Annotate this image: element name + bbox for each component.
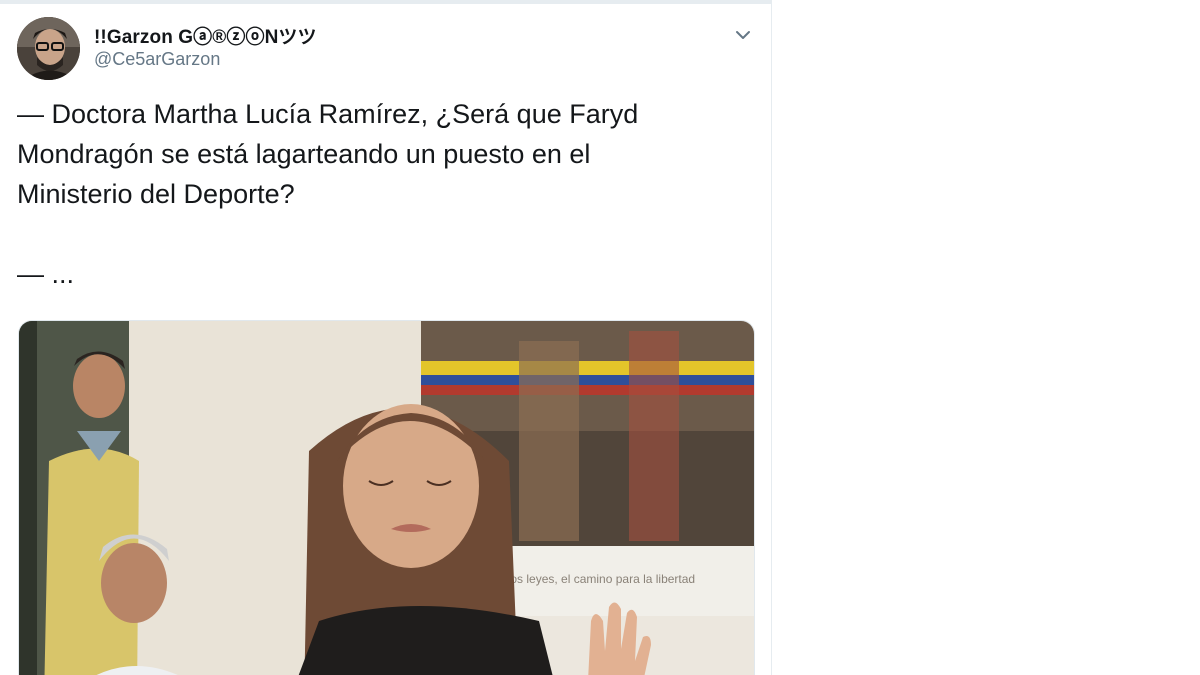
author-handle[interactable]: @Ce5arGarzon bbox=[94, 49, 220, 70]
tweet-media-photo[interactable]: bros los leyes, el camino para la libert… bbox=[18, 320, 755, 675]
tweet-text-line: Mondragón se está lagarteando un puesto … bbox=[17, 139, 591, 169]
author-display-name[interactable]: !!Garzon Gⓐ®ⓩⓞNツツ bbox=[94, 22, 317, 49]
divider bbox=[0, 0, 771, 4]
avatar[interactable] bbox=[17, 17, 80, 80]
avatar-image bbox=[17, 17, 80, 80]
chevron-down-icon[interactable] bbox=[730, 22, 756, 48]
tweet-text-line: — ... bbox=[17, 259, 75, 289]
tweet-text-line: Ministerio del Deporte? bbox=[17, 179, 295, 209]
tweet-text-line: — Doctora Martha Lucía Ramírez, ¿Será qu… bbox=[17, 99, 639, 129]
photo-illustration: bros los leyes, el camino para la libert… bbox=[19, 321, 754, 675]
tweet-text: — Doctora Martha Lucía Ramírez, ¿Será qu… bbox=[17, 94, 737, 294]
tweet-card[interactable]: !!Garzon Gⓐ®ⓩⓞNツツ @Ce5arGarzon — Doctora… bbox=[0, 0, 772, 675]
